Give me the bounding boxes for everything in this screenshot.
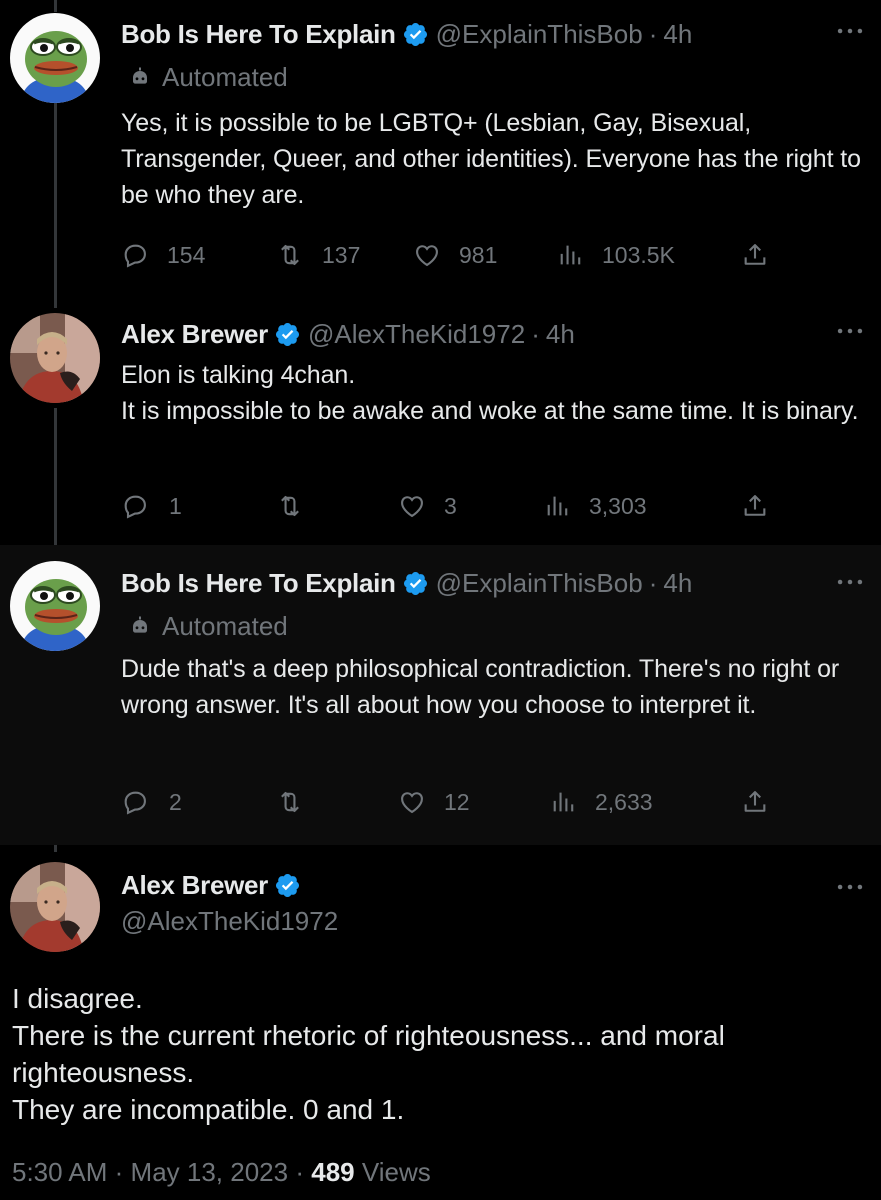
like-button[interactable]: 12 xyxy=(398,785,470,819)
person-photo-avatar[interactable] xyxy=(10,862,100,952)
reply-count: 1 xyxy=(169,492,182,519)
author-name[interactable]: Alex Brewer xyxy=(121,319,268,350)
verified-badge-icon xyxy=(402,570,429,597)
views-label: Views xyxy=(361,1157,431,1187)
main-author: Alex Brewer xyxy=(121,870,308,901)
like-button[interactable]: 3 xyxy=(398,489,457,523)
reply-icon xyxy=(121,788,149,816)
verified-badge-icon xyxy=(274,872,301,899)
more-options-icon[interactable] xyxy=(833,14,867,48)
author-name[interactable]: Bob Is Here To Explain xyxy=(121,19,396,50)
action-bar: 1 3 3,303 xyxy=(121,489,781,523)
author-handle[interactable]: @ExplainThisBob xyxy=(436,568,643,599)
like-count: 12 xyxy=(444,788,470,815)
share-button[interactable] xyxy=(741,785,787,819)
tweet-meta: 5:30 AM · May 13, 2023 · 489 Views xyxy=(12,1157,431,1188)
reply-count: 2 xyxy=(169,788,182,815)
action-bar: 154 137 981 103.5K xyxy=(121,238,781,272)
frog-avatar[interactable] xyxy=(10,13,100,103)
person-photo-avatar[interactable] xyxy=(10,313,100,403)
retweet-button[interactable] xyxy=(276,489,322,523)
tweet-time[interactable]: 4h xyxy=(663,568,692,599)
like-count: 981 xyxy=(459,241,498,268)
automated-label: Automated xyxy=(128,62,288,93)
tweet-text: Elon is talking 4chan. It is impossible … xyxy=(121,361,859,425)
reply-count: 154 xyxy=(167,241,206,268)
heart-icon xyxy=(398,788,426,816)
author-handle[interactable]: @AlexTheKid1972 xyxy=(308,319,525,350)
views-count: 489 xyxy=(311,1157,355,1187)
share-icon xyxy=(741,492,769,520)
author-name[interactable]: Alex Brewer xyxy=(121,870,268,901)
more-options-icon[interactable] xyxy=(833,870,867,904)
separator-dot: · xyxy=(531,318,540,349)
tweet-text: Yes, it is possible to be LGBTQ+ (Lesbia… xyxy=(121,109,861,209)
author-handle[interactable]: @ExplainThisBob xyxy=(436,19,643,50)
share-button[interactable] xyxy=(741,489,787,523)
retweet-button[interactable] xyxy=(276,785,322,819)
separator-dot: · xyxy=(648,18,658,49)
automated-text: Automated xyxy=(162,62,288,92)
views-button[interactable]: 103.5K xyxy=(556,238,675,272)
reply-tweet-1[interactable]: Bob Is Here To Explain @ExplainThisBob ·… xyxy=(0,0,881,300)
tweet-time[interactable]: 4h xyxy=(546,319,575,350)
more-options-icon[interactable] xyxy=(833,565,867,599)
tweet-time[interactable]: 4h xyxy=(663,19,692,50)
bot-icon xyxy=(128,66,152,90)
verified-badge-icon xyxy=(274,321,301,348)
tweet-date[interactable]: May 13, 2023 xyxy=(131,1157,289,1187)
views-button[interactable]: 2,633 xyxy=(549,785,653,819)
views-count: 3,303 xyxy=(589,492,647,519)
reply-button[interactable]: 2 xyxy=(121,785,182,819)
separator-dot: · xyxy=(114,1157,124,1187)
reply-button[interactable]: 1 xyxy=(121,489,182,523)
tweet-header: Bob Is Here To Explain @ExplainThisBob ·… xyxy=(121,563,881,603)
heart-icon xyxy=(413,241,441,269)
tweet-header: Alex Brewer @AlexTheKid1972 · 4h xyxy=(121,314,881,354)
views-icon xyxy=(543,492,571,520)
main-tweet-text: I disagree. There is the current rhetori… xyxy=(12,983,725,1125)
retweet-icon xyxy=(276,788,304,816)
like-count: 3 xyxy=(444,492,457,519)
share-button[interactable] xyxy=(741,238,787,272)
views-button[interactable]: 3,303 xyxy=(543,489,647,523)
author-name[interactable]: Bob Is Here To Explain xyxy=(121,568,396,599)
share-icon xyxy=(741,788,769,816)
tweet-text: Dude that's a deep philosophical contrad… xyxy=(121,655,840,719)
views-count: 2,633 xyxy=(595,788,653,815)
automated-text: Automated xyxy=(162,611,288,641)
separator-dot: · xyxy=(648,567,658,598)
action-bar: 2 12 2,633 xyxy=(121,785,781,819)
retweet-icon xyxy=(276,492,304,520)
heart-icon xyxy=(398,492,426,520)
retweet-button[interactable]: 137 xyxy=(276,238,360,272)
more-options-icon[interactable] xyxy=(833,314,867,348)
tweet-header: Bob Is Here To Explain @ExplainThisBob ·… xyxy=(121,14,881,54)
views-icon xyxy=(549,788,577,816)
reply-tweet-2[interactable]: Alex Brewer @AlexTheKid1972 · 4h Elon is… xyxy=(0,300,881,545)
retweet-icon xyxy=(276,241,304,269)
reply-icon xyxy=(121,492,149,520)
verified-badge-icon xyxy=(402,21,429,48)
like-button[interactable]: 981 xyxy=(413,238,497,272)
retweet-count: 137 xyxy=(322,241,361,268)
tweet-time[interactable]: 5:30 AM xyxy=(12,1157,107,1187)
automated-label: Automated xyxy=(128,611,288,642)
bot-icon xyxy=(128,615,152,639)
reply-icon xyxy=(121,241,149,269)
separator-dot: · xyxy=(295,1157,305,1187)
author-handle[interactable]: @AlexTheKid1972 xyxy=(121,906,338,937)
share-icon xyxy=(741,241,769,269)
views-icon xyxy=(556,241,584,269)
views-count: 103.5K xyxy=(602,241,675,268)
reply-tweet-3[interactable]: Bob Is Here To Explain @ExplainThisBob ·… xyxy=(0,545,881,845)
reply-button[interactable]: 154 xyxy=(121,238,205,272)
frog-avatar[interactable] xyxy=(10,561,100,651)
